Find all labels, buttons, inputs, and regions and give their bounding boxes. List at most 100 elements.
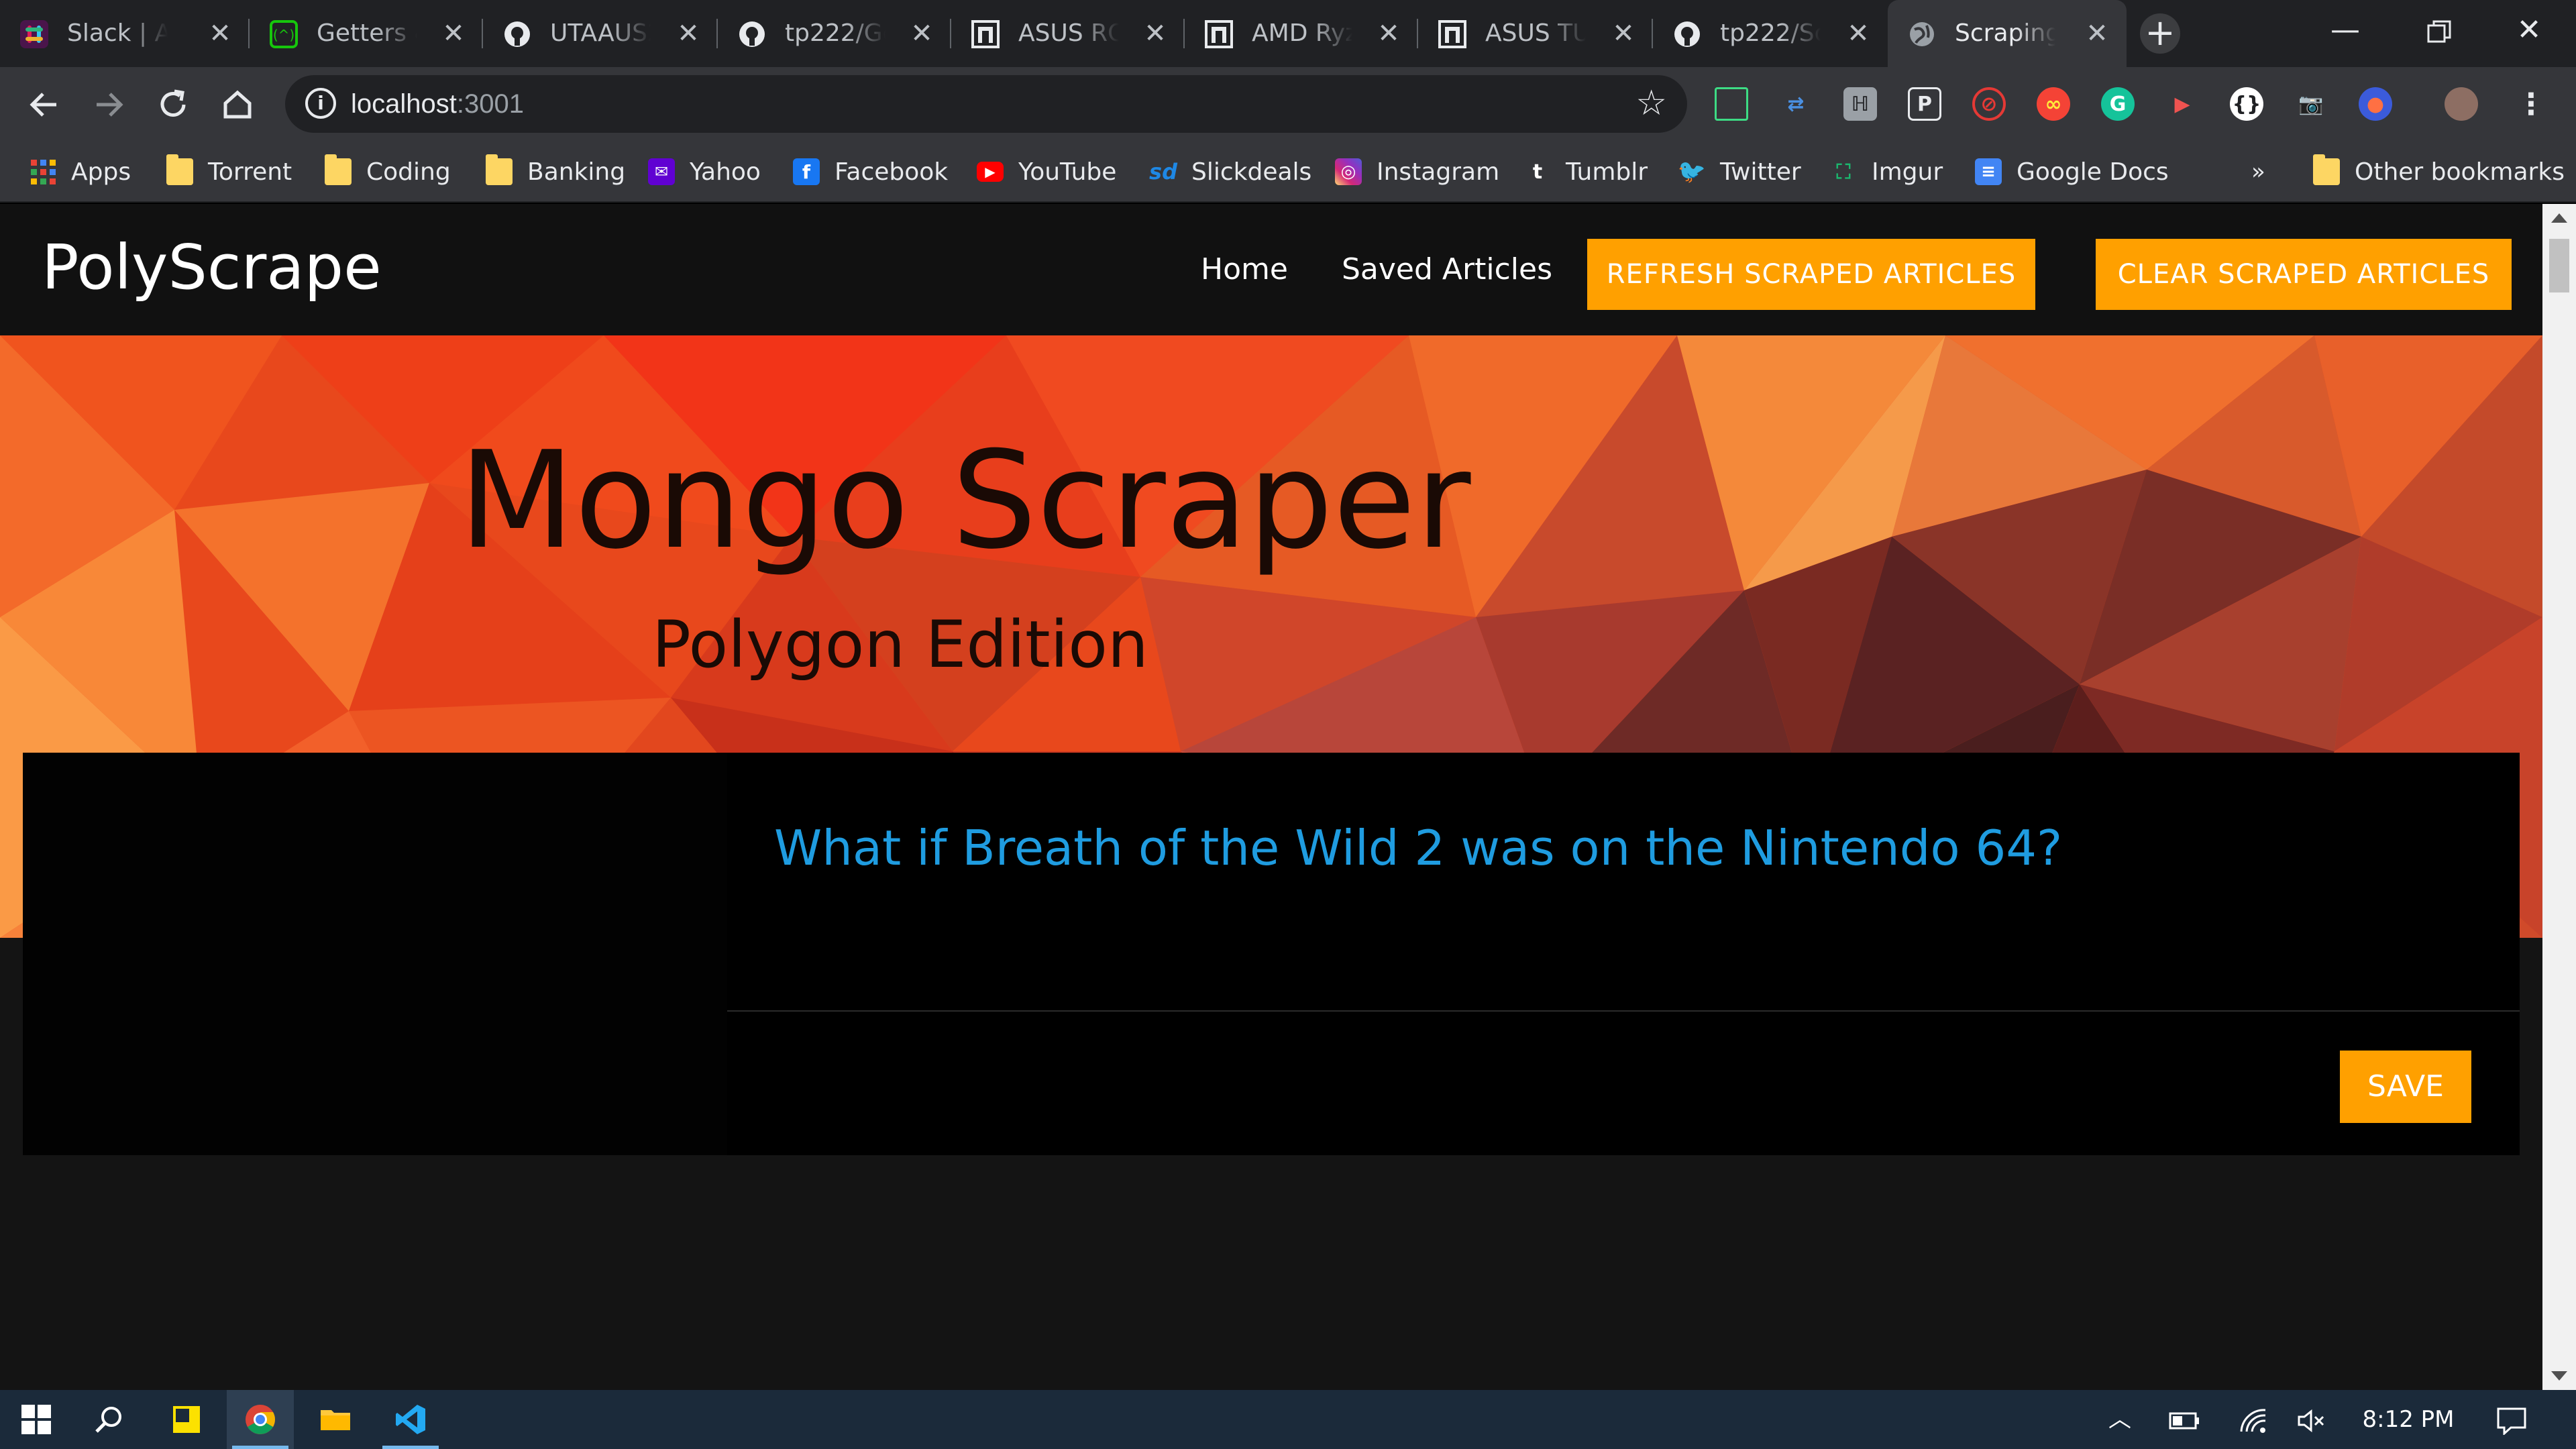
scroll-up-arrow-icon[interactable]: [2551, 213, 2567, 223]
new-tab-button[interactable]: +: [2140, 13, 2180, 54]
site-navbar: PolyScrape Home Saved Articles REFRESH S…: [0, 204, 2542, 335]
save-article-button[interactable]: SAVE: [2340, 1051, 2471, 1123]
back-button[interactable]: [23, 83, 66, 126]
tab-tp222-goo[interactable]: tp222/Goo ✕: [718, 0, 951, 67]
start-button[interactable]: [3, 1390, 70, 1449]
close-tab-icon[interactable]: ✕: [2082, 19, 2112, 48]
bookmark-banking[interactable]: Banking: [486, 141, 625, 203]
microcenter-icon: [1205, 20, 1233, 48]
folder-icon: [486, 154, 513, 185]
nav-home-link[interactable]: Home: [1201, 204, 1288, 335]
facebook-icon: f: [793, 158, 820, 185]
tab-utaaus[interactable]: UTAAUS20 ✕: [483, 0, 718, 67]
reload-icon: [160, 89, 186, 117]
bookmark-yahoo[interactable]: ✉ Yahoo: [648, 141, 761, 203]
tab-title: Slack | Am: [67, 0, 168, 67]
close-tab-icon[interactable]: ✕: [439, 19, 468, 48]
close-tab-icon[interactable]: ✕: [1843, 19, 1873, 48]
bookmark-imgur[interactable]: ⛶ Imgur: [1830, 141, 1943, 203]
article-title-link[interactable]: What if Breath of the Wild 2 was on the …: [774, 820, 2062, 876]
taskbar-chrome[interactable]: [227, 1390, 294, 1449]
refresh-scraped-articles-button[interactable]: REFRESH SCRAPED ARTICLES: [1587, 239, 2035, 310]
bookmark-twitter[interactable]: 🐦 Twitter: [1678, 141, 1801, 203]
chrome-menu-icon[interactable]: ⋮: [2514, 87, 2548, 121]
screenshot-extension-icon[interactable]: [1715, 87, 1748, 121]
tab-title: ASUS ROG: [1018, 0, 1119, 67]
bookmark-other[interactable]: Other bookmarks: [2313, 141, 2565, 203]
infinity-extension-icon[interactable]: ∞: [2037, 87, 2070, 121]
site-brand[interactable]: PolyScrape: [42, 204, 382, 335]
clear-scraped-articles-button[interactable]: CLEAR SCRAPED ARTICLES: [2096, 239, 2512, 310]
bookmark-instagram[interactable]: ◎ Instagram: [1335, 141, 1499, 203]
search-button[interactable]: [75, 1390, 142, 1449]
svg-text:(^): (^): [273, 27, 294, 43]
bookmark-slickdeals[interactable]: sd Slickdeals: [1149, 141, 1311, 203]
taskbar-file-explorer[interactable]: [302, 1390, 369, 1449]
home-button[interactable]: [216, 83, 259, 126]
scrollbar-thumb[interactable]: [2549, 239, 2569, 292]
address-bar[interactable]: i localhost:3001 ☆: [285, 75, 1687, 133]
close-tab-icon[interactable]: ✕: [674, 19, 703, 48]
camera-extension-icon[interactable]: 📷: [2294, 87, 2328, 121]
close-tab-icon[interactable]: ✕: [1609, 19, 1638, 48]
tab-scraping-active[interactable]: Scraping ✕: [1888, 0, 2127, 67]
tab-amd-ryzen[interactable]: AMD Ryze ✕: [1185, 0, 1418, 67]
nav-saved-articles-link[interactable]: Saved Articles: [1342, 204, 1552, 335]
search-icon: [95, 1407, 121, 1433]
profile-avatar[interactable]: [2445, 87, 2478, 121]
tab-getters[interactable]: (^) Getters & ✕: [250, 0, 483, 67]
bookmark-star-icon[interactable]: ☆: [1635, 83, 1667, 123]
slickdeals-icon: sd: [1149, 159, 1177, 184]
page-scrollbar[interactable]: [2542, 204, 2576, 1390]
battery-icon[interactable]: [2161, 1390, 2208, 1449]
close-tab-icon[interactable]: ✕: [907, 19, 936, 48]
video-extension-icon[interactable]: ▶: [2165, 87, 2199, 121]
microcenter-icon: [1438, 20, 1466, 48]
clock[interactable]: 8:12 PM: [2348, 1390, 2469, 1449]
bookmark-coding[interactable]: Coding: [325, 141, 451, 203]
bookmark-apps[interactable]: Apps: [30, 141, 131, 203]
github-icon: [1673, 20, 1701, 48]
article-image: [23, 753, 727, 1155]
evernote-extension-icon[interactable]: ℍ: [1843, 87, 1877, 121]
blocker-extension-icon[interactable]: ⊘: [1972, 87, 2006, 121]
close-tab-icon[interactable]: ✕: [205, 19, 235, 48]
grammarly-extension-icon[interactable]: G: [2101, 87, 2135, 121]
forward-button[interactable]: [87, 83, 130, 126]
minimize-button[interactable]: —: [2298, 0, 2392, 67]
bookmark-torrent[interactable]: Torrent: [166, 141, 292, 203]
bookmark-facebook[interactable]: f Facebook: [793, 141, 948, 203]
restore-button[interactable]: [2392, 0, 2486, 67]
bookmarks-overflow-button[interactable]: »: [2251, 141, 2265, 203]
taskbar-sticky-notes[interactable]: [153, 1390, 220, 1449]
tray-overflow-icon[interactable]: ︿: [2100, 1390, 2140, 1449]
volume-muted-icon[interactable]: [2288, 1390, 2334, 1449]
tab-tp222-scr[interactable]: tp222/Scr ✕: [1653, 0, 1888, 67]
wifi-icon[interactable]: [2230, 1390, 2277, 1449]
bookmarks-bar: Apps Torrent Coding Banking ✉ Yahoo f Fa…: [0, 141, 2576, 203]
tab-asus-tuf[interactable]: ASUS TUF ✕: [1418, 0, 1653, 67]
json-extension-icon[interactable]: {}: [2230, 87, 2263, 121]
close-tab-icon[interactable]: ✕: [1374, 19, 1403, 48]
windows-logo-icon: [21, 1405, 51, 1434]
folder-icon: [2313, 154, 2340, 185]
bookmark-youtube[interactable]: ▶ YouTube: [977, 141, 1116, 203]
pushbullet-extension-icon[interactable]: P: [1908, 87, 1941, 121]
bookmark-google-docs[interactable]: ≡ Google Docs: [1975, 141, 2169, 203]
tab-asus-rog[interactable]: ASUS ROG ✕: [951, 0, 1185, 67]
reload-button[interactable]: [152, 83, 195, 126]
article-card: What if Breath of the Wild 2 was on the …: [23, 753, 2520, 1155]
notifications-icon[interactable]: [2485, 1390, 2538, 1449]
url-text[interactable]: localhost:3001: [351, 75, 524, 133]
bookmark-tumblr[interactable]: t Tumblr: [1524, 141, 1648, 203]
close-window-button[interactable]: ✕: [2482, 0, 2576, 67]
remote-extension-icon[interactable]: ⇄: [1779, 87, 1813, 121]
scroll-down-arrow-icon[interactable]: [2551, 1371, 2567, 1381]
back-arrow-icon: [30, 93, 56, 117]
close-tab-icon[interactable]: ✕: [1140, 19, 1170, 48]
taskbar-vscode[interactable]: [377, 1390, 444, 1449]
tab-slack[interactable]: Slack | Am ✕: [0, 0, 250, 67]
firefox-extension-icon[interactable]: ●: [2359, 87, 2392, 121]
info-icon[interactable]: i: [305, 88, 336, 119]
folder-icon: [166, 154, 193, 185]
